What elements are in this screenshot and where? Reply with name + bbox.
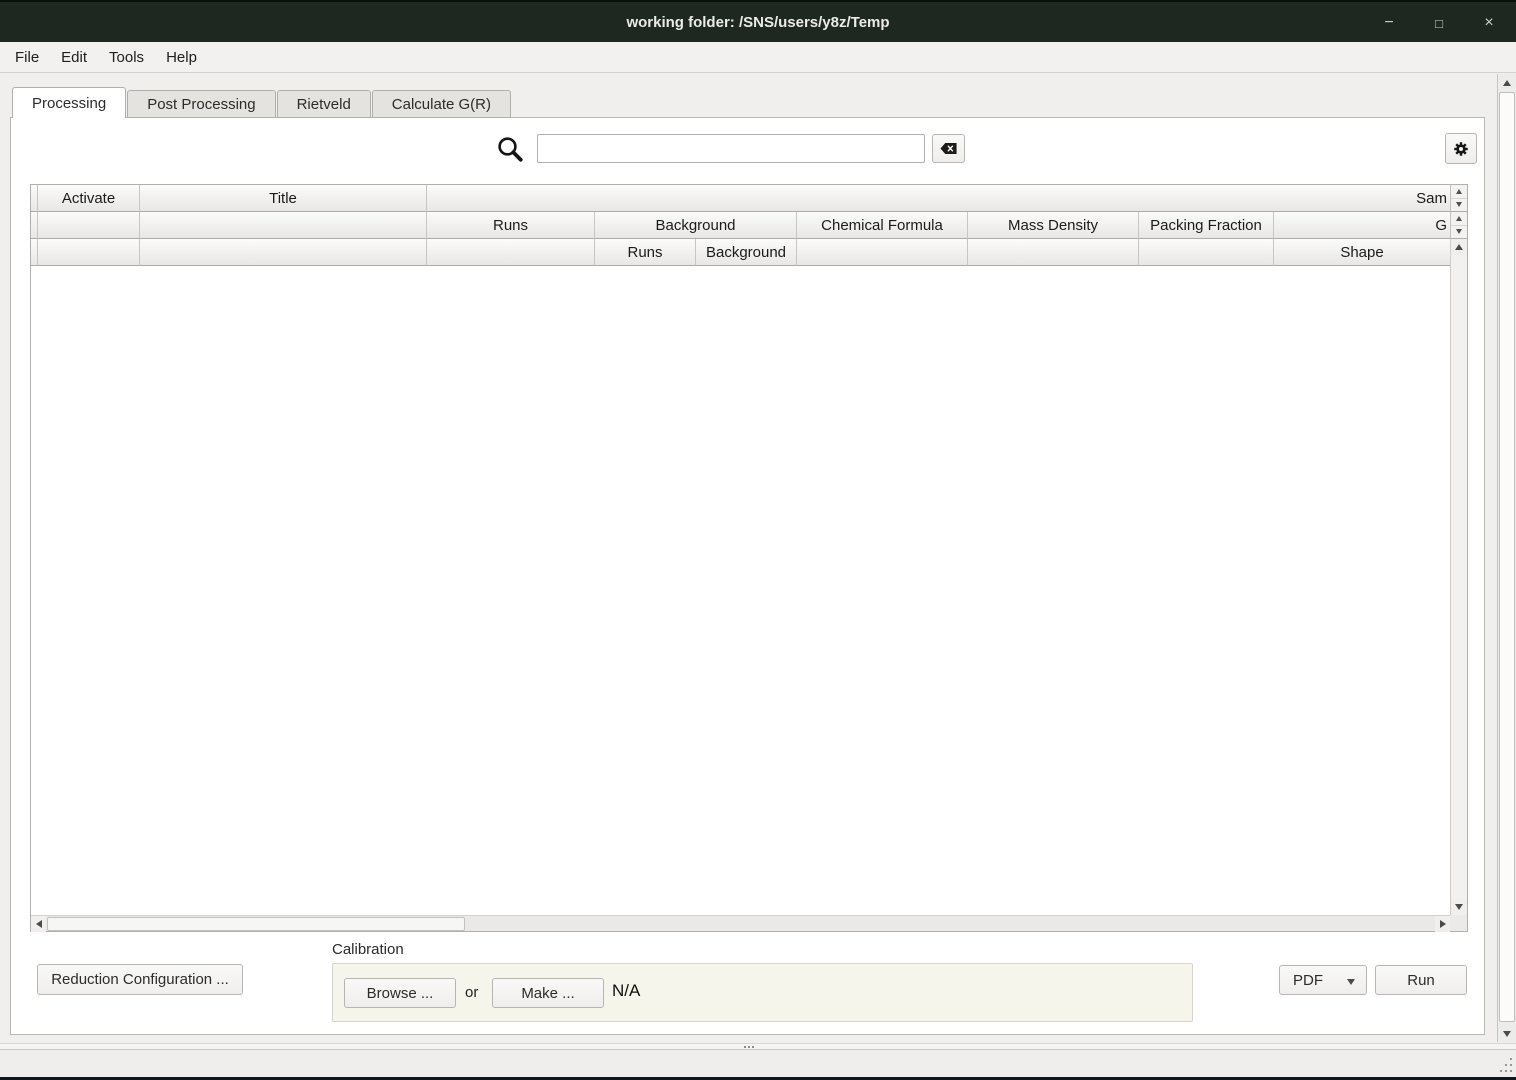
calibration-group-label: Calibration [332, 941, 404, 958]
col-header-sample[interactable]: Sam [427, 185, 1450, 212]
splitter-handle-icon[interactable] [744, 1046, 756, 1049]
triangle-right-icon [1440, 920, 1446, 928]
calibration-status-value: N/A [612, 981, 640, 1001]
header-empty [38, 239, 140, 266]
header-stub [31, 185, 38, 212]
spin-down-button[interactable] [1451, 199, 1467, 212]
menu-help[interactable]: Help [155, 45, 208, 70]
header-scroll-spinner-1 [1450, 185, 1467, 212]
window-controls: − □ × [1376, 2, 1502, 44]
header-empty [797, 239, 968, 266]
output-type-selected: PDF [1293, 972, 1323, 989]
output-type-dropdown[interactable]: PDF [1279, 965, 1367, 995]
header-scroll-spinner-2 [1450, 212, 1467, 239]
header-empty [140, 239, 427, 266]
run-button[interactable]: Run [1375, 965, 1467, 995]
menu-bar: File Edit Tools Help [0, 42, 1516, 73]
calibration-make-button[interactable]: Make ... [492, 978, 604, 1008]
spin-up-button[interactable] [1451, 185, 1467, 199]
table-horizontal-scrollbar[interactable] [31, 915, 1450, 931]
col-header-activate[interactable]: Activate [38, 185, 140, 212]
chevron-down-icon [1347, 979, 1355, 985]
maximize-icon: □ [1435, 16, 1443, 31]
window-title: working folder: /SNS/users/y8z/Temp [626, 14, 889, 31]
scroll-left-button[interactable] [31, 916, 46, 932]
header-stub [31, 212, 38, 239]
main-vertical-scrollbar[interactable] [1497, 74, 1516, 1042]
header-stub [31, 239, 38, 266]
resize-grip[interactable] [1500, 1056, 1514, 1074]
tab-post-processing[interactable]: Post Processing [127, 90, 275, 118]
scroll-down-button[interactable] [1451, 899, 1467, 915]
or-label: or [465, 984, 478, 1001]
scroll-down-button[interactable] [1498, 1025, 1516, 1042]
col-header-shape[interactable]: Shape [1274, 239, 1450, 266]
header-empty [140, 212, 427, 239]
triangle-down-icon [1456, 202, 1462, 207]
tab-bar: Processing Post Processing Rietveld Calc… [12, 87, 512, 118]
spin-down-button[interactable] [1451, 226, 1467, 239]
close-icon: × [1484, 14, 1493, 32]
settings-button[interactable] [1445, 133, 1477, 164]
col-header-chemical-formula[interactable]: Chemical Formula [797, 212, 968, 239]
triangle-up-icon [1456, 216, 1462, 221]
backspace-icon [940, 142, 957, 155]
col-header-title[interactable]: Title [140, 185, 427, 212]
col-header-runs[interactable]: Runs [427, 212, 595, 239]
col-header-background-runs[interactable]: Runs [595, 239, 696, 266]
triangle-left-icon [36, 920, 42, 928]
menu-file[interactable]: File [4, 45, 50, 70]
menu-tools[interactable]: Tools [98, 45, 155, 70]
sample-table: Activate Title Sam Runs Background Chemi… [30, 184, 1468, 932]
triangle-up-icon [1455, 244, 1463, 250]
horizontal-scrollbar-thumb[interactable] [47, 917, 465, 931]
col-header-background-background[interactable]: Background [696, 239, 797, 266]
col-header-background-group[interactable]: Background [595, 212, 797, 239]
vertical-scrollbar-thumb[interactable] [1499, 92, 1515, 1022]
calibration-browse-button[interactable]: Browse ... [344, 978, 456, 1008]
header-empty [38, 212, 140, 239]
title-bar: working folder: /SNS/users/y8z/Temp − □ … [0, 0, 1516, 42]
scroll-up-button[interactable] [1498, 74, 1516, 91]
col-header-packing-fraction[interactable]: Packing Fraction [1139, 212, 1274, 239]
tab-processing[interactable]: Processing [12, 87, 126, 118]
search-icon [495, 134, 525, 164]
gear-icon [1452, 140, 1470, 158]
close-button[interactable]: × [1476, 10, 1502, 36]
scrollbar-corner [1450, 915, 1467, 931]
col-header-geometry[interactable]: G [1274, 212, 1450, 239]
scroll-up-button[interactable] [1451, 239, 1467, 255]
calibration-group-box [332, 963, 1193, 1022]
scroll-right-button[interactable] [1435, 916, 1450, 932]
triangle-down-icon [1455, 904, 1463, 910]
spin-up-button[interactable] [1451, 212, 1467, 226]
header-empty [968, 239, 1139, 266]
clear-search-button[interactable] [932, 134, 965, 163]
header-empty [427, 239, 595, 266]
search-input[interactable] [537, 134, 925, 163]
triangle-up-icon [1456, 189, 1462, 194]
splitter[interactable] [0, 1043, 1516, 1050]
reduction-configuration-button[interactable]: Reduction Configuration ... [37, 964, 243, 995]
table-body-empty [31, 266, 1450, 915]
minimize-icon: − [1384, 14, 1393, 32]
processing-tab-pane: Activate Title Sam Runs Background Chemi… [10, 117, 1485, 1035]
tab-calculate-gr[interactable]: Calculate G(R) [372, 90, 511, 118]
triangle-up-icon [1503, 80, 1511, 86]
minimize-button[interactable]: − [1376, 10, 1402, 36]
table-vertical-scrollbar[interactable] [1450, 239, 1467, 915]
maximize-button[interactable]: □ [1426, 10, 1452, 36]
triangle-down-icon [1503, 1031, 1511, 1037]
col-header-mass-density[interactable]: Mass Density [968, 212, 1139, 239]
header-empty [1139, 239, 1274, 266]
tab-rietveld[interactable]: Rietveld [277, 90, 371, 118]
triangle-down-icon [1456, 229, 1462, 234]
menu-edit[interactable]: Edit [50, 45, 98, 70]
bottom-panel [0, 1050, 1516, 1077]
